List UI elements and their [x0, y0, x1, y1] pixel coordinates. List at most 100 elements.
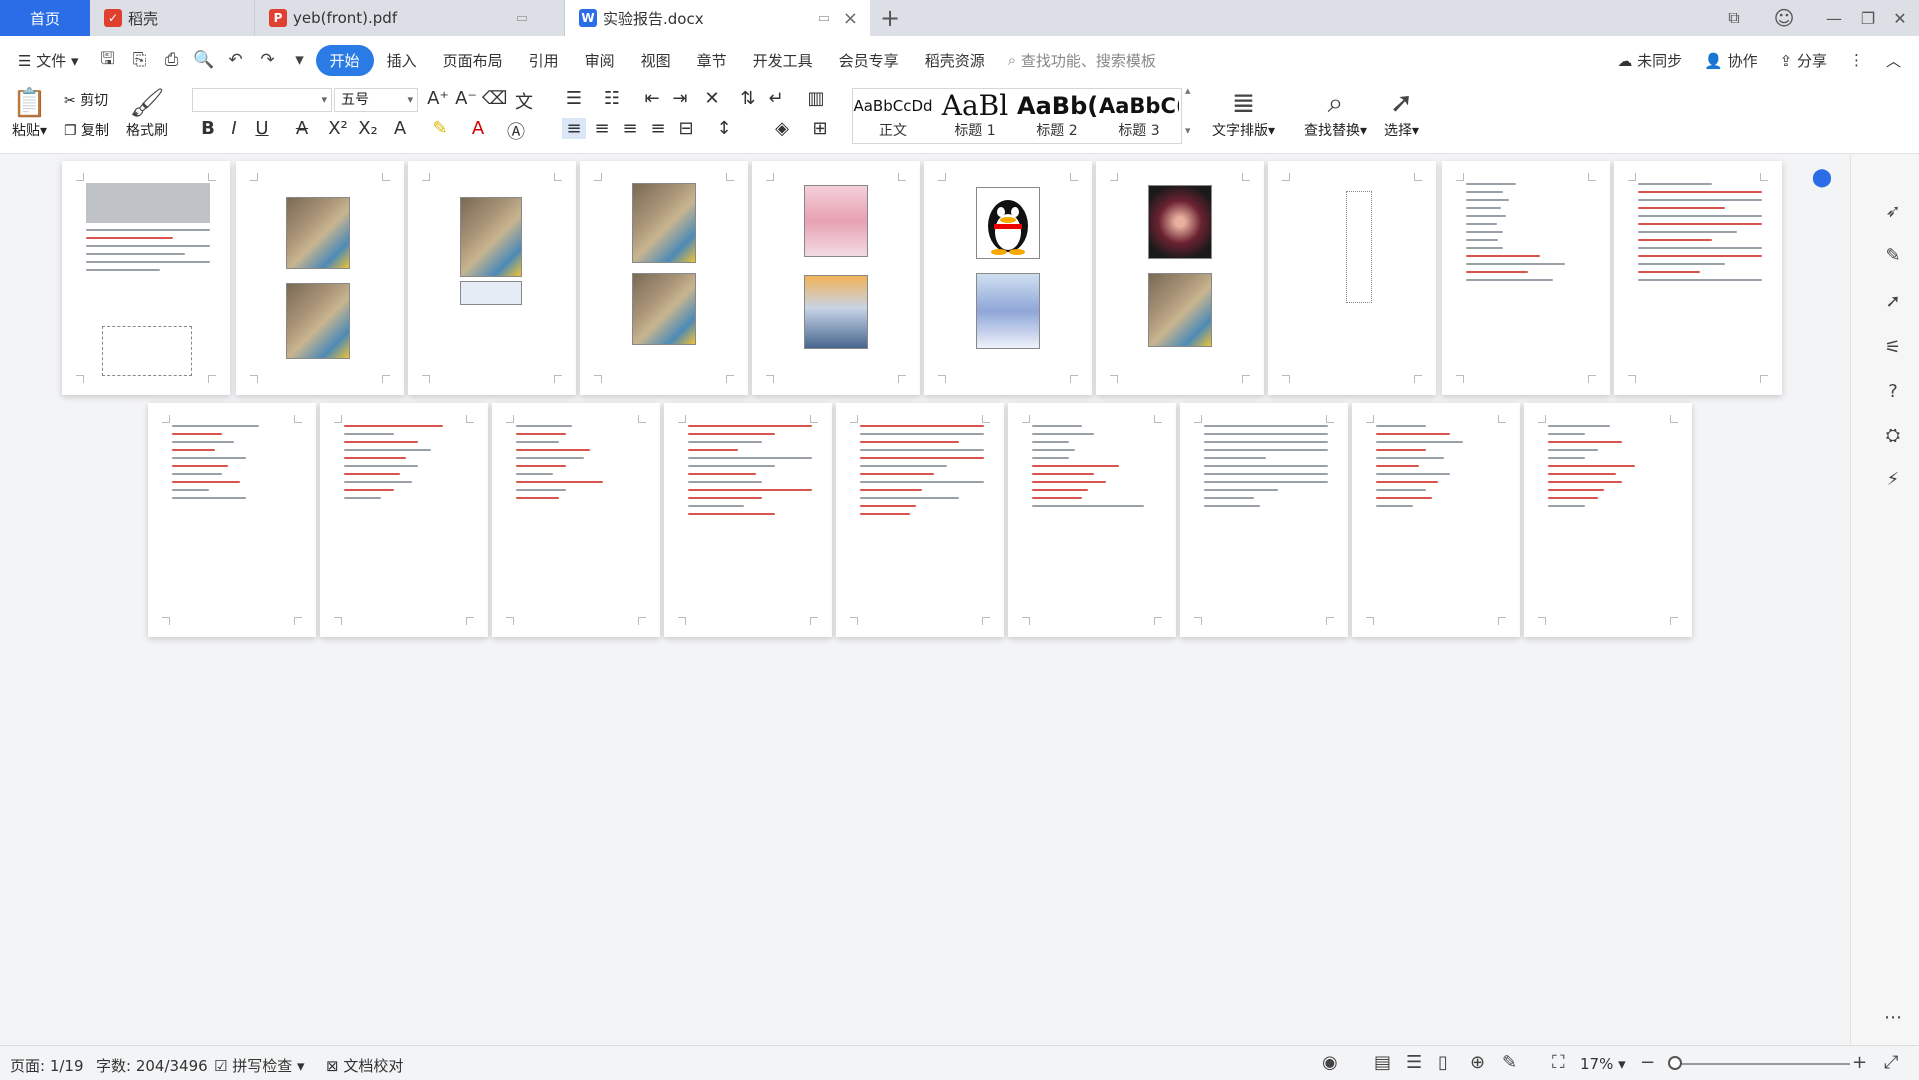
reading-view-icon[interactable]: ▯: [1438, 1052, 1448, 1073]
menu-view[interactable]: 视图: [628, 50, 684, 71]
document-area[interactable]: [0, 155, 1850, 1045]
style-normal[interactable]: AaBbCcDd 正文: [853, 89, 933, 143]
page-thumbnail[interactable]: [148, 403, 316, 637]
export-pdf-icon[interactable]: ⎘: [126, 46, 154, 74]
menu-layout[interactable]: 页面布局: [430, 50, 516, 71]
file-menu[interactable]: ☰ 文件 ▾: [0, 50, 92, 71]
chinese-layout-icon[interactable]: ✕: [700, 88, 724, 109]
page-thumbnail[interactable]: [1352, 403, 1520, 637]
increase-indent-icon[interactable]: ⇥: [668, 88, 692, 109]
find-replace-button[interactable]: ⌕ 查找替换▾: [1304, 86, 1367, 140]
new-tab-button[interactable]: +: [870, 0, 910, 36]
strikethrough-icon[interactable]: A: [290, 118, 314, 139]
search-box[interactable]: ⌕ 查找功能、搜索模板: [1008, 50, 1156, 71]
zoom-slider-thumb[interactable]: [1668, 1056, 1682, 1070]
borders-icon[interactable]: ⊞: [808, 118, 832, 139]
align-left-icon[interactable]: ≡: [562, 118, 586, 139]
font-name-select[interactable]: [192, 88, 332, 112]
page-thumbnail[interactable]: [236, 161, 404, 395]
page-thumbnail[interactable]: [836, 403, 1004, 637]
text-layout-button[interactable]: ≣ 文字排版▾: [1212, 86, 1275, 140]
tab-home[interactable]: 首页: [0, 0, 90, 36]
write-mode-icon[interactable]: ✎: [1502, 1052, 1517, 1073]
rocket-icon[interactable]: ➶: [1878, 196, 1908, 226]
menu-developer[interactable]: 开发工具: [740, 50, 826, 71]
copy-button[interactable]: ❐ 复制: [64, 120, 109, 140]
align-right-icon[interactable]: ≡: [618, 118, 642, 139]
style-heading-2[interactable]: AaBb( 标题 2: [1017, 89, 1097, 143]
underline-icon[interactable]: U: [250, 118, 274, 139]
eye-protect-icon[interactable]: ◉: [1322, 1052, 1338, 1073]
save-icon[interactable]: 🖫: [94, 46, 122, 74]
font-color-icon[interactable]: A: [466, 118, 490, 139]
zoom-in-icon[interactable]: +: [1852, 1052, 1867, 1073]
shrink-font-icon[interactable]: A⁻: [454, 88, 478, 109]
distribute-icon[interactable]: ⊟: [674, 118, 698, 139]
style-heading-1[interactable]: AaBl 标题 1: [935, 89, 1015, 143]
avatar[interactable]: ☺: [1764, 0, 1804, 36]
show-marks-icon[interactable]: ↵: [764, 88, 788, 109]
tile-windows-icon[interactable]: ⧉: [1714, 0, 1754, 36]
page-thumbnail[interactable]: [62, 161, 230, 395]
tab-docx[interactable]: W 实验报告.docx ▭ ×: [565, 0, 870, 36]
page-thumbnail[interactable]: [752, 161, 920, 395]
collapse-ribbon-icon[interactable]: ︿: [1886, 50, 1901, 71]
pointer-icon[interactable]: ➚: [1878, 286, 1908, 316]
tab-daoke[interactable]: ✓ 稻壳: [90, 0, 255, 36]
styles-expand[interactable]: ▾: [1185, 124, 1191, 137]
menu-review[interactable]: 审阅: [572, 50, 628, 71]
translate-icon[interactable]: ⛭: [1878, 420, 1908, 450]
justify-icon[interactable]: ≡: [646, 118, 670, 139]
decrease-indent-icon[interactable]: ⇤: [640, 88, 664, 109]
menu-daoke-resources[interactable]: 稻壳资源: [912, 50, 998, 71]
phonetic-icon[interactable]: 文: [512, 88, 536, 114]
char-border-icon[interactable]: Ⓐ: [504, 118, 528, 144]
style-heading-3[interactable]: AaBbC( 标题 3: [1099, 89, 1179, 143]
redo-icon[interactable]: ↷: [254, 46, 282, 74]
superscript-icon[interactable]: X²: [326, 118, 350, 139]
styles-scroll-up[interactable]: ▴: [1185, 84, 1191, 97]
help-icon[interactable]: ?: [1878, 376, 1908, 406]
page-thumbnail[interactable]: [1614, 161, 1782, 395]
page-thumbnail[interactable]: [1008, 403, 1176, 637]
page-thumbnail[interactable]: [580, 161, 748, 395]
italic-icon[interactable]: I: [222, 118, 246, 139]
subscript-icon[interactable]: X₂: [356, 118, 380, 139]
menu-reference[interactable]: 引用: [516, 50, 572, 71]
zoom-level[interactable]: 17% ▾: [1580, 1055, 1626, 1073]
grow-font-icon[interactable]: A⁺: [426, 88, 450, 109]
page-thumbnail[interactable]: [408, 161, 576, 395]
page-thumbnail[interactable]: [1268, 161, 1436, 395]
pen-icon[interactable]: ✎: [1878, 240, 1908, 270]
more-icon[interactable]: ⋮: [1849, 51, 1864, 69]
line-spacing-icon[interactable]: ↕: [712, 118, 736, 139]
page-thumbnail[interactable]: [320, 403, 488, 637]
outline-view-icon[interactable]: ☰: [1406, 1052, 1422, 1073]
print-preview-icon[interactable]: 🔍: [190, 46, 218, 74]
page-thumbnail[interactable]: [664, 403, 832, 637]
page-indicator[interactable]: 页面: 1/19: [10, 1055, 84, 1076]
menu-member[interactable]: 会员专享: [826, 50, 912, 71]
word-count[interactable]: 字数: 204/3496: [96, 1055, 208, 1076]
page-thumbnail[interactable]: [1442, 161, 1610, 395]
energy-icon[interactable]: ⚡: [1878, 464, 1908, 494]
monitor-icon[interactable]: ▭: [516, 11, 528, 26]
fullscreen-icon[interactable]: ⤢: [1884, 1052, 1898, 1073]
print-icon[interactable]: ⎙: [158, 46, 186, 74]
fit-page-icon[interactable]: ⛶: [1552, 1052, 1565, 1073]
location-icon[interactable]: ⬤: [1807, 162, 1837, 192]
share-button[interactable]: ⇪ 分享: [1780, 50, 1827, 71]
tab-pdf[interactable]: P yeb(front).pdf ▭: [255, 0, 565, 36]
numbered-list-icon[interactable]: ☷: [600, 88, 624, 109]
clear-format-icon[interactable]: ⌫: [482, 88, 507, 109]
page-thumbnail[interactable]: [492, 403, 660, 637]
close-tab-icon[interactable]: ×: [843, 8, 858, 29]
page-thumbnail[interactable]: [1524, 403, 1692, 637]
page-view-icon[interactable]: ▤: [1374, 1052, 1391, 1073]
close-window-icon[interactable]: ✕: [1880, 0, 1919, 36]
sort-icon[interactable]: ⇅: [736, 88, 760, 109]
monitor-icon[interactable]: ▭: [818, 11, 830, 26]
collab-button[interactable]: 👤 协作: [1704, 50, 1757, 71]
tab-stops-icon[interactable]: ▥: [804, 88, 828, 109]
page-thumbnail[interactable]: [1180, 403, 1348, 637]
